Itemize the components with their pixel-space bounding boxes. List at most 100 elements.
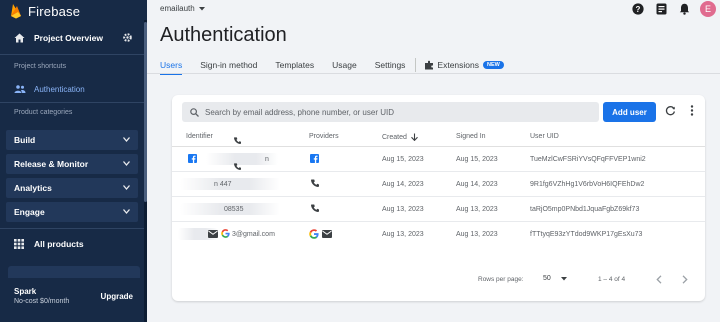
page-range: 1 – 4 of 4 bbox=[598, 276, 626, 283]
search-input[interactable] bbox=[205, 107, 585, 117]
project-name: emailauth bbox=[160, 4, 195, 13]
tab-extensions[interactable]: Extensions NEW bbox=[424, 56, 504, 74]
search-icon bbox=[190, 107, 199, 117]
plan-price: No-cost $0/month bbox=[14, 298, 70, 305]
firebase-logo-icon bbox=[11, 4, 21, 19]
caret-down-icon bbox=[560, 276, 567, 280]
sidebar-item-label: Project Overview bbox=[34, 33, 103, 43]
identifier-provider-icons bbox=[208, 229, 233, 238]
signed-in-cell: Aug 13, 2023 bbox=[456, 231, 498, 238]
chevron-right-icon[interactable] bbox=[682, 275, 688, 284]
sidebar-divider bbox=[0, 54, 147, 55]
rows-per-page-select[interactable]: 50 bbox=[543, 275, 567, 282]
sidebar-footer-panel bbox=[8, 266, 140, 278]
main-content: emailauth ? E Authentication Users Sign-… bbox=[147, 0, 720, 322]
sidebar-item-project-overview[interactable]: Project Overview bbox=[0, 28, 147, 48]
add-user-button[interactable]: Add user bbox=[603, 102, 656, 122]
top-bar: emailauth ? E bbox=[147, 0, 720, 18]
grid-icon bbox=[14, 239, 24, 249]
created-cell: Aug 13, 2023 bbox=[382, 206, 424, 213]
phone-icon bbox=[234, 137, 241, 144]
table-row[interactable]: n 447 Aug 14, 2023 Aug 14, 2023 9R1fg6VZ… bbox=[172, 172, 705, 197]
upgrade-button[interactable]: Upgrade bbox=[101, 292, 133, 301]
phone-icon bbox=[311, 179, 319, 187]
chevron-down-icon bbox=[123, 137, 130, 142]
sidebar-category-release-monitor[interactable]: Release & Monitor bbox=[6, 154, 138, 174]
phone-icon bbox=[234, 163, 241, 170]
column-header-uid: User UID bbox=[530, 133, 559, 140]
sidebar-divider bbox=[0, 228, 147, 229]
providers-cell bbox=[309, 229, 335, 239]
extensions-puzzle-icon bbox=[425, 60, 434, 70]
page-title: Authentication bbox=[160, 24, 287, 46]
identifier-text: n bbox=[265, 156, 269, 163]
section-label-categories: Product categories bbox=[14, 109, 73, 116]
chevron-down-icon bbox=[123, 209, 130, 214]
facebook-icon bbox=[188, 154, 197, 163]
column-header-created[interactable]: Created bbox=[382, 133, 418, 142]
refresh-icon[interactable] bbox=[665, 105, 676, 116]
column-header-label: Created bbox=[382, 133, 407, 141]
phone-icon bbox=[311, 204, 319, 212]
category-label: Release & Monitor bbox=[14, 159, 89, 169]
chevron-left-icon[interactable] bbox=[656, 275, 662, 284]
chevron-down-icon bbox=[123, 185, 130, 190]
top-bar-actions: ? E bbox=[620, 0, 720, 18]
table-row[interactable]: 3@gmail.com Aug 13, 2023 Aug 13, 2023 fT… bbox=[172, 222, 705, 247]
users-card: Add user Identifier Providers Created Si… bbox=[172, 95, 705, 301]
tab-sign-in-method[interactable]: Sign-in method bbox=[200, 56, 257, 74]
release-notes-icon[interactable] bbox=[656, 3, 667, 15]
column-header-identifier[interactable]: Identifier bbox=[186, 133, 213, 140]
sidebar-item-authentication[interactable]: Authentication bbox=[6, 80, 140, 98]
plan-name: Spark bbox=[14, 287, 37, 296]
signed-in-cell: Aug 14, 2023 bbox=[456, 181, 498, 188]
tab-bar: Users Sign-in method Templates Usage Set… bbox=[160, 56, 522, 75]
category-label: Engage bbox=[14, 207, 45, 217]
identifier-provider-icons bbox=[188, 154, 200, 163]
sidebar-item-label: Authentication bbox=[34, 84, 85, 94]
table-row[interactable]: n Aug 15, 2023 Aug 15, 2023 TueMzlCwFSRi… bbox=[172, 147, 705, 172]
uid-cell[interactable]: 9R1fg6VZhHg1V6rbVoH6IQFEhDw2 bbox=[530, 181, 644, 188]
avatar[interactable]: E bbox=[700, 1, 716, 17]
gear-icon[interactable] bbox=[122, 32, 133, 43]
tab-templates[interactable]: Templates bbox=[275, 56, 314, 74]
column-header-providers: Providers bbox=[309, 133, 339, 140]
notifications-bell-icon[interactable] bbox=[679, 3, 690, 15]
uid-cell[interactable]: TueMzlCwFSRiYVsQFqFFVEP1wni2 bbox=[530, 156, 646, 163]
sidebar-category-build[interactable]: Build bbox=[6, 130, 138, 150]
providers-cell bbox=[310, 154, 322, 163]
category-label: Build bbox=[14, 135, 36, 145]
brand-name: Firebase bbox=[28, 3, 81, 19]
tab-usage[interactable]: Usage bbox=[332, 56, 357, 74]
uid-cell[interactable]: fTTtyqE93zYTdod9WKP17gEsXu73 bbox=[530, 231, 642, 238]
new-badge: NEW bbox=[483, 61, 504, 69]
table-header: Identifier Providers Created Signed In U… bbox=[172, 127, 705, 147]
sidebar-item-all-products[interactable]: All products bbox=[14, 239, 84, 249]
identifier-text: 08535 bbox=[224, 206, 244, 213]
firebase-brand[interactable]: Firebase bbox=[0, 0, 147, 22]
email-icon bbox=[322, 230, 332, 238]
search-bar[interactable] bbox=[182, 102, 599, 122]
help-icon[interactable]: ? bbox=[632, 3, 644, 15]
sidebar-category-engage[interactable]: Engage bbox=[6, 202, 138, 222]
column-header-signed-in[interactable]: Signed In bbox=[456, 133, 486, 140]
tab-settings[interactable]: Settings bbox=[375, 56, 406, 74]
email-icon bbox=[208, 229, 218, 238]
signed-in-cell: Aug 13, 2023 bbox=[456, 206, 498, 213]
sidebar-category-analytics[interactable]: Analytics bbox=[6, 178, 138, 198]
chevron-down-icon bbox=[123, 161, 130, 166]
table-row[interactable]: 08535 Aug 13, 2023 Aug 13, 2023 taRjO5mp… bbox=[172, 197, 705, 222]
caret-down-icon bbox=[198, 6, 205, 10]
pagination: Rows per page: 50 1 – 4 of 4 bbox=[172, 270, 705, 290]
project-selector[interactable]: emailauth bbox=[160, 4, 205, 13]
created-cell: Aug 14, 2023 bbox=[382, 181, 424, 188]
tab-separator bbox=[415, 58, 417, 72]
created-cell: Aug 15, 2023 bbox=[382, 156, 424, 163]
uid-cell[interactable]: taRjO5mp0PNbd1JquaFgbZ69kf73 bbox=[530, 206, 639, 213]
signed-in-cell: Aug 15, 2023 bbox=[456, 156, 498, 163]
tab-users[interactable]: Users bbox=[160, 56, 183, 75]
providers-cell bbox=[311, 179, 322, 187]
more-vert-icon[interactable] bbox=[690, 105, 694, 116]
identifier-text: n 447 bbox=[214, 181, 232, 188]
sidebar-divider bbox=[0, 102, 147, 103]
